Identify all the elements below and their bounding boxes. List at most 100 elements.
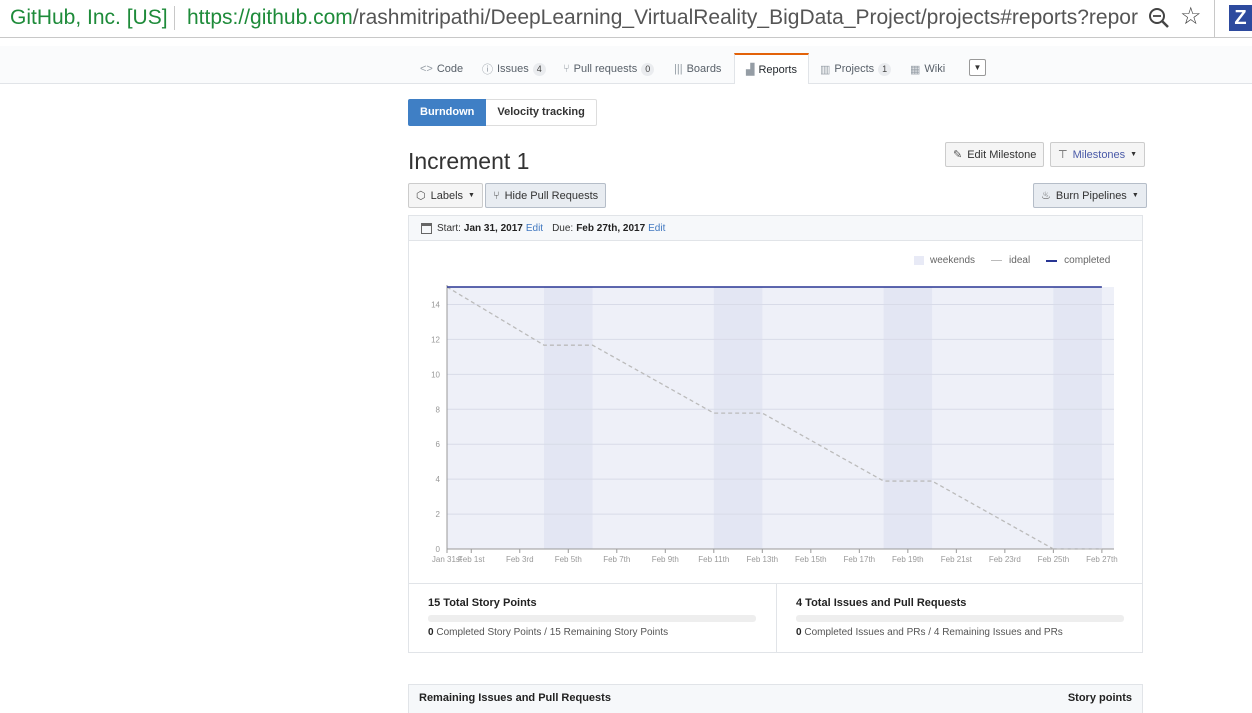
url-path: /rashmitripathi/DeepLearning_VirtualReal… xyxy=(352,6,1138,29)
start-label: Start: xyxy=(437,222,461,234)
x-tick-label: Feb 3rd xyxy=(506,555,534,564)
bookmark-star-icon[interactable]: ☆ xyxy=(1180,3,1202,31)
story-points-stat: 15 Total Story Points 0 Completed Story … xyxy=(409,584,775,653)
flame-icon: ♨ xyxy=(1041,190,1051,202)
toolbar-separator xyxy=(1214,0,1215,38)
more-nav-dropdown[interactable]: ▼ xyxy=(969,59,986,76)
url-scheme: https:// xyxy=(187,6,251,29)
site-identity[interactable]: GitHub, Inc. [US] xyxy=(10,6,168,30)
milestone-stats: 15 Total Story Points 0 Completed Story … xyxy=(409,583,1142,653)
burn-pipelines-dropdown[interactable]: ♨ Burn Pipelines ▼ xyxy=(1033,183,1147,208)
issues-title: 4 Total Issues and Pull Requests xyxy=(796,597,967,609)
zenhub-extension-icon[interactable]: Z xyxy=(1229,5,1252,31)
story-completed-count: 0 xyxy=(428,627,434,638)
zoom-icon[interactable] xyxy=(1148,6,1170,30)
tab-code-label: Code xyxy=(436,63,464,75)
weekend-band xyxy=(883,287,933,549)
pulls-counter: 0 xyxy=(641,62,655,76)
issues-completed-count: 0 xyxy=(796,627,802,638)
repo-nav: <> Code ⓘ Issues 4 ⑂ Pull requests 0 |||… xyxy=(0,46,1252,84)
due-date: Feb 27th, 2017 xyxy=(576,222,646,234)
tab-code[interactable]: <> Code xyxy=(420,54,463,84)
x-tick-label: Feb 15th xyxy=(795,555,827,564)
edit-milestone-label: Edit Milestone xyxy=(967,148,1037,161)
git-pull-request-icon: ⑂ xyxy=(563,63,570,75)
x-tick-label: Feb 19th xyxy=(892,555,924,564)
x-tick-label: Feb 25th xyxy=(1038,555,1070,564)
milestone-icon: ⊤ xyxy=(1058,149,1068,161)
tab-boards-label: Boards xyxy=(686,63,722,75)
tab-wiki[interactable]: ▦ Wiki xyxy=(910,54,945,84)
pencil-icon: ✎ xyxy=(953,149,963,161)
y-tick-label: 4 xyxy=(436,475,441,484)
weekend-band xyxy=(544,287,593,549)
burndown-panel: Start: Jan 31, 2017 Edit Due: Feb 27th, … xyxy=(408,215,1143,653)
report-type-tabs: Burndown Velocity tracking xyxy=(408,99,597,126)
start-date: Jan 31, 2017 xyxy=(463,222,523,234)
tag-icon: ⬡ xyxy=(416,190,426,202)
y-tick-label: 10 xyxy=(431,370,440,379)
burndown-tab[interactable]: Burndown xyxy=(408,99,487,126)
issues-progress-bar xyxy=(796,615,1124,622)
remaining-issues-title: Remaining Issues and Pull Requests xyxy=(419,692,611,704)
y-tick-label: 2 xyxy=(436,510,441,519)
milestone-dates-bar: Start: Jan 31, 2017 Edit Due: Feb 27th, … xyxy=(409,216,1142,241)
x-tick-label: Feb 1st xyxy=(458,555,485,564)
burndown-chart: 02468101214Jan 31stFeb 1st Feb 3rd Feb 5th… xyxy=(431,285,1118,564)
y-tick-label: 14 xyxy=(431,300,440,309)
x-tick-label: Feb 5th xyxy=(555,555,582,564)
story-points-summary: 0 Completed Story Points / 15 Remaining … xyxy=(428,627,668,638)
tab-projects-label: Projects xyxy=(834,63,875,75)
burn-pipelines-label: Burn Pipelines xyxy=(1055,189,1127,202)
caret-down-icon: ▼ xyxy=(468,192,475,199)
tab-projects[interactable]: ▥ Projects 1 xyxy=(820,54,892,84)
y-tick-label: 6 xyxy=(436,440,441,449)
x-tick-label: Feb 11th xyxy=(698,555,729,564)
x-tick-label: Feb 23rd xyxy=(989,555,1021,564)
labels-dropdown[interactable]: ⬡ Labels ▼ xyxy=(408,183,483,208)
edit-milestone-button[interactable]: ✎ Edit Milestone xyxy=(945,142,1045,167)
caret-down-icon: ▼ xyxy=(1131,192,1139,199)
due-label: Due: xyxy=(552,222,574,234)
story-points-title: 15 Total Story Points xyxy=(428,597,537,609)
milestones-label: Milestones xyxy=(1072,148,1126,161)
projects-counter: 1 xyxy=(878,62,892,76)
git-pull-request-icon: ⑂ xyxy=(493,189,500,202)
tab-pull-requests[interactable]: ⑂ Pull requests 0 xyxy=(563,54,655,84)
issue-opened-icon: ⓘ xyxy=(482,64,493,76)
tab-wiki-label: Wiki xyxy=(924,63,946,75)
tab-issues[interactable]: ⓘ Issues 4 xyxy=(482,54,546,84)
url-field[interactable]: https://github.com/rashmitripathi/DeepLe… xyxy=(187,6,1139,30)
velocity-tracking-tab[interactable]: Velocity tracking xyxy=(486,99,597,126)
graph-icon: ▟ xyxy=(746,64,755,76)
weekend-band xyxy=(1053,287,1102,549)
milestones-dropdown[interactable]: ⊤ Milestones ▼ xyxy=(1050,142,1146,167)
caret-down-icon: ▼ xyxy=(1130,151,1138,158)
address-separator xyxy=(174,6,175,30)
issues-stat: 4 Total Issues and Pull Requests 0 Compl… xyxy=(776,584,1142,653)
milestone-title: Increment 1 xyxy=(408,148,530,174)
story-points-progress-bar xyxy=(428,615,756,622)
hide-pull-requests-label: Hide Pull Requests xyxy=(504,189,599,202)
tab-boards[interactable]: ||| Boards xyxy=(674,54,721,84)
tab-reports-label: Reports xyxy=(758,63,797,76)
y-tick-label: 8 xyxy=(436,405,441,414)
code-icon: <> xyxy=(420,63,433,75)
tab-reports[interactable]: ▟ Reports xyxy=(734,53,809,84)
browser-address-bar: GitHub, Inc. [US] https://github.com/ras… xyxy=(0,0,1252,38)
x-tick-label: Feb 9th xyxy=(652,555,679,564)
story-completed-label: Completed Story Points / 15 Remaining St… xyxy=(436,627,669,638)
url-domain: github.com xyxy=(250,6,353,29)
edit-due-link[interactable]: Edit xyxy=(648,223,665,234)
tab-issues-label: Issues xyxy=(497,63,529,75)
x-tick-label: Feb 13th xyxy=(747,555,779,564)
edit-start-link[interactable]: Edit xyxy=(526,223,543,234)
issues-completed-label: Completed Issues and PRs / 4 Remaining I… xyxy=(804,627,1063,638)
issues-counter: 4 xyxy=(532,62,546,76)
story-points-column-header[interactable]: Story points xyxy=(1068,692,1132,704)
tab-pull-requests-label: Pull requests xyxy=(573,63,638,75)
weekend-band xyxy=(713,287,763,549)
remaining-issues-header: Remaining Issues and Pull Requests Story… xyxy=(408,684,1143,713)
x-tick-label: Feb 27th xyxy=(1086,555,1118,564)
hide-pull-requests-button[interactable]: ⑂ Hide Pull Requests xyxy=(485,183,607,208)
